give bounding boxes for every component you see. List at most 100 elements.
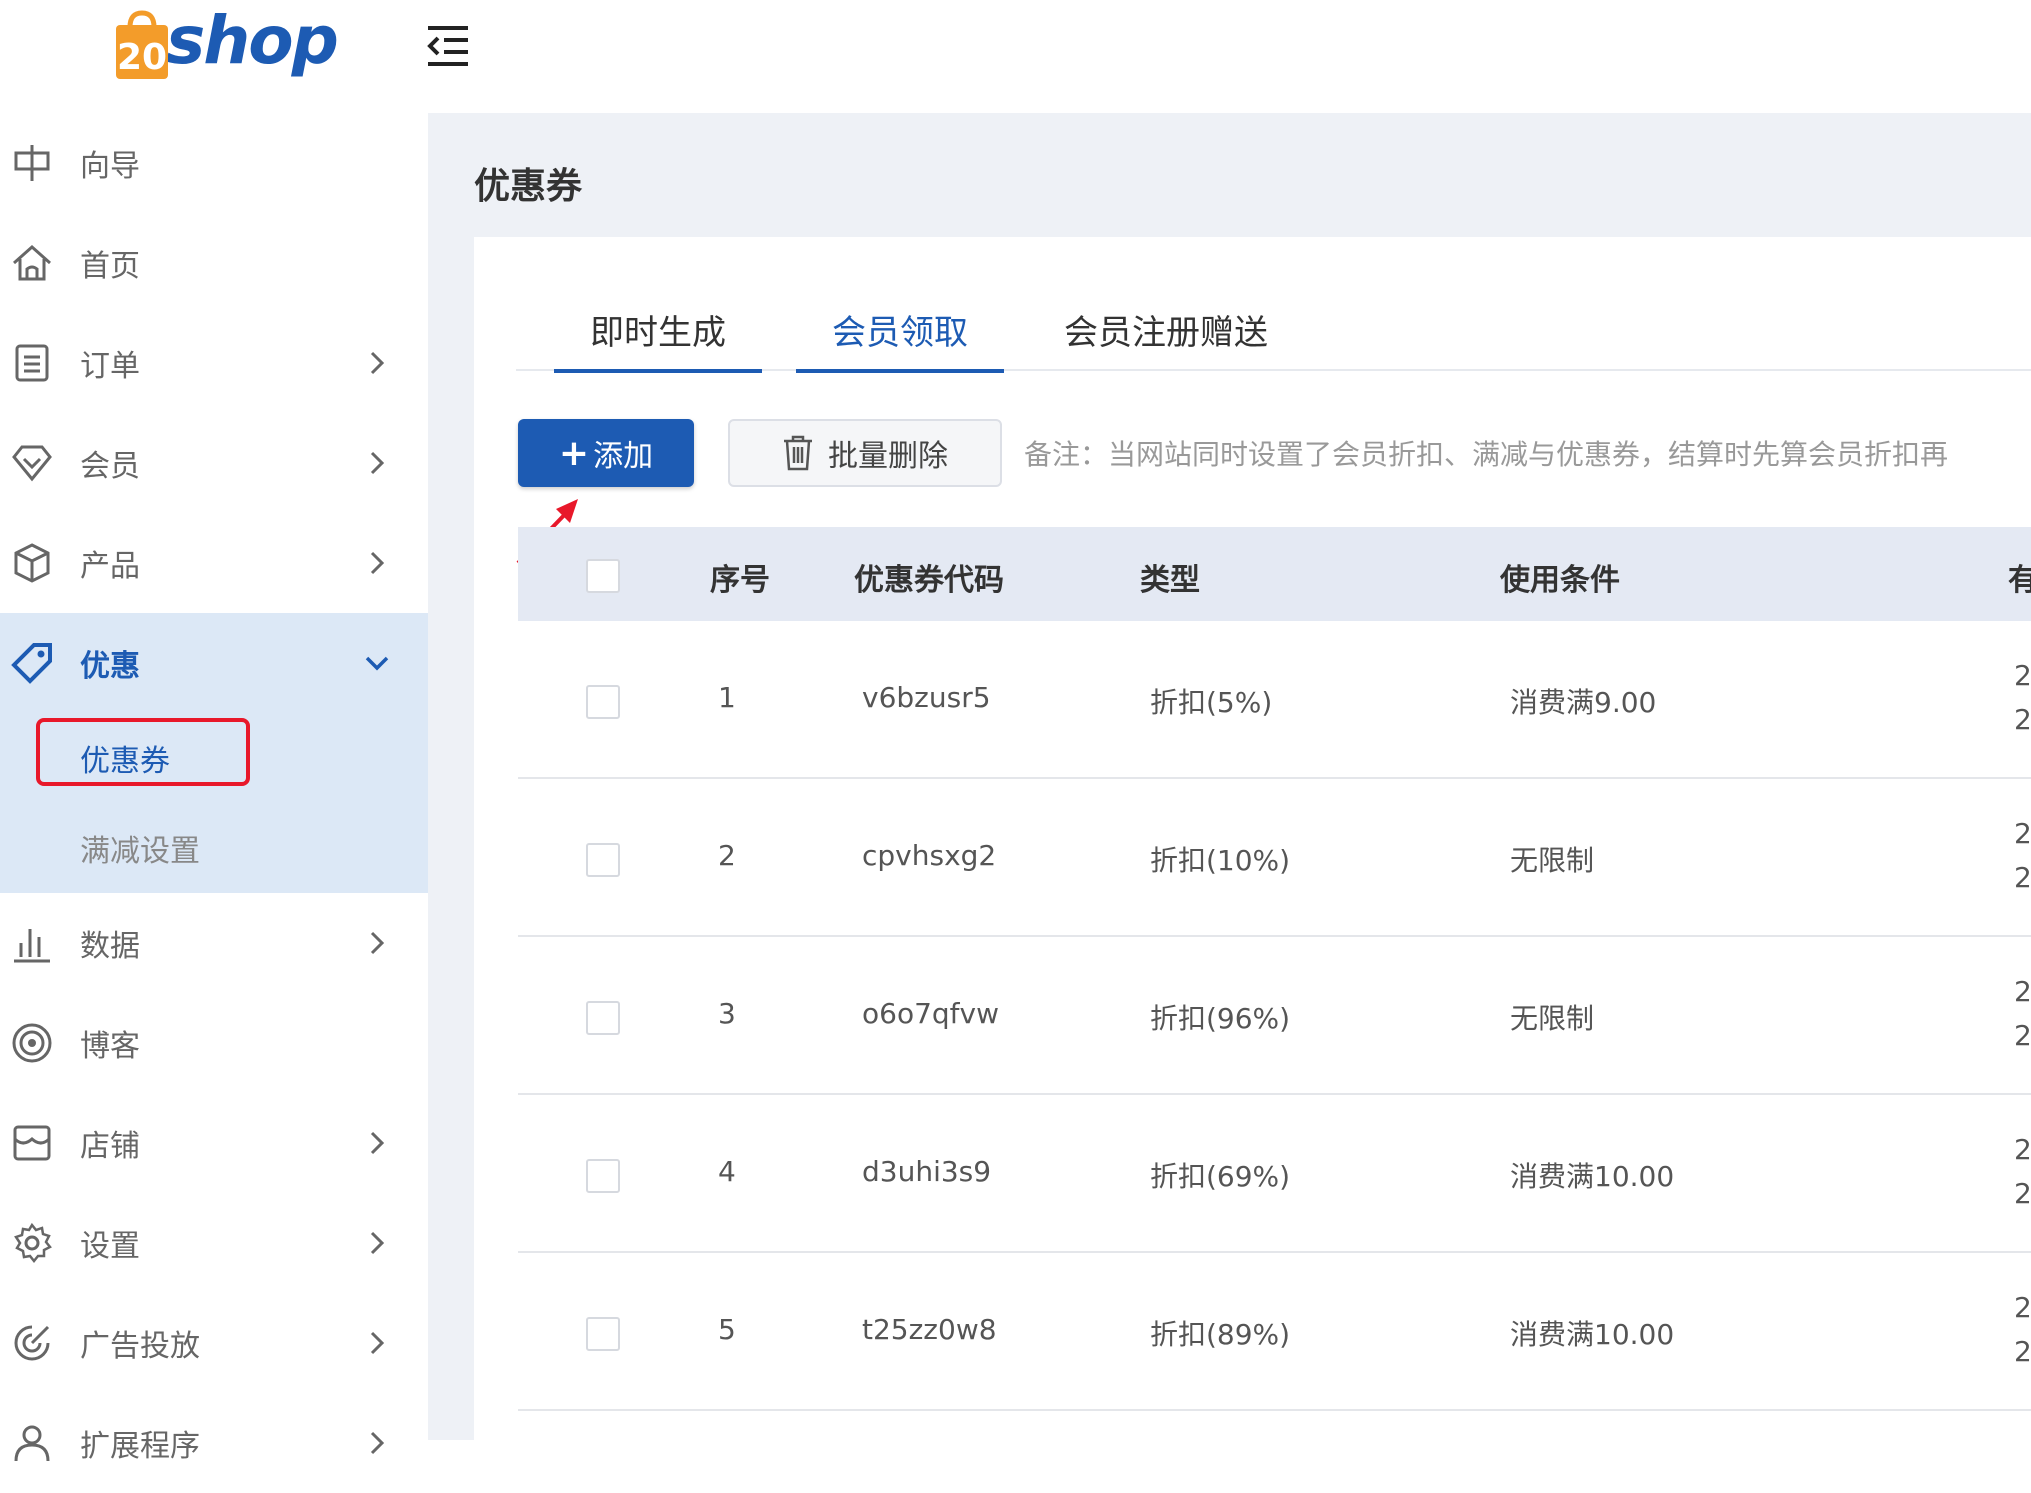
sidebar-item-label: 设置 xyxy=(80,1229,140,1264)
cell-no: 4 xyxy=(718,1155,736,1188)
tag-icon xyxy=(11,643,52,684)
gear-icon xyxy=(14,1222,52,1264)
sidebar-item-label: 订单 xyxy=(80,349,140,384)
sidebar-item-promotions[interactable]: 优惠 xyxy=(0,613,428,713)
cell-validity: 2 xyxy=(2014,1133,2031,1166)
note-text: 备注：当网站同时设置了会员折扣、满减与优惠券，结算时先算会员折扣再 xyxy=(1024,438,1949,471)
logo-badge: 20 xyxy=(117,37,167,78)
product-icon xyxy=(14,543,50,583)
store-icon xyxy=(13,1125,51,1161)
sidebar-item-label: 扩展程序 xyxy=(80,1429,200,1464)
guide-icon xyxy=(14,145,50,181)
menu-fold-icon[interactable] xyxy=(424,22,472,70)
sidebar-item-settings[interactable]: 设置 xyxy=(0,1193,428,1293)
cell-code: o6o7qfvw xyxy=(862,997,999,1030)
chart-icon xyxy=(14,929,50,963)
tab-label: 会员注册赠送 xyxy=(1064,313,1268,353)
add-button-label: 添加 xyxy=(593,439,654,474)
sidebar-item-extensions[interactable]: 扩展程序 xyxy=(0,1393,428,1493)
chevron-right-icon xyxy=(370,351,385,375)
sidebar-item-guide[interactable]: 向导 xyxy=(0,113,428,213)
chevron-right-icon xyxy=(370,1431,385,1455)
chevron-down-icon xyxy=(365,656,389,671)
sidebar-item-label: 优惠 xyxy=(80,649,140,684)
select-all-checkbox[interactable] xyxy=(586,559,620,593)
top-bar: 20 shop xyxy=(0,0,2031,113)
sidebar-item-data[interactable]: 数据 xyxy=(0,893,428,993)
trash-icon xyxy=(784,435,812,471)
sidebar: 向导 首页 订单 会员 产品 优惠 优惠券 满减设置 数据 博客 店铺 设置 广… xyxy=(0,113,428,1464)
cell-validity: 2 xyxy=(2014,1177,2031,1210)
member-icon xyxy=(12,445,52,482)
sidebar-item-label: 店铺 xyxy=(80,1129,140,1164)
column-header: 序号 xyxy=(710,563,770,598)
logo[interactable]: 20 shop xyxy=(112,1,339,84)
cell-code: t25zz0w8 xyxy=(862,1313,997,1346)
sidebar-subitem-coupons[interactable]: 优惠券 xyxy=(0,713,428,803)
row-checkbox[interactable] xyxy=(586,843,620,877)
sidebar-item-store[interactable]: 店铺 xyxy=(0,1093,428,1193)
table-row: 4 d3uhi3s9 折扣(69%) 消费满10.00 2 2 xyxy=(518,1095,2031,1253)
tab-label: 会员领取 xyxy=(832,313,968,353)
row-checkbox[interactable] xyxy=(586,1001,620,1035)
chevron-right-icon xyxy=(370,931,385,955)
cell-condition: 消费满9.00 xyxy=(1510,686,1657,719)
cell-validity: 2 xyxy=(2014,1291,2031,1324)
add-button[interactable]: + 添加 xyxy=(518,419,694,487)
cell-no: 3 xyxy=(718,997,736,1030)
sidebar-item-label: 会员 xyxy=(80,449,140,484)
sidebar-item-products[interactable]: 产品 xyxy=(0,513,428,613)
home-icon xyxy=(13,244,51,281)
cell-condition: 无限制 xyxy=(1510,1002,1595,1035)
table-row: 5 t25zz0w8 折扣(89%) 消费满10.00 2 2 xyxy=(518,1253,2031,1411)
row-checkbox[interactable] xyxy=(586,1317,620,1351)
sidebar-item-ads[interactable]: 广告投放 xyxy=(0,1293,428,1393)
cell-type: 折扣(10%) xyxy=(1150,844,1291,877)
batch-delete-button[interactable]: 批量删除 xyxy=(728,419,1002,487)
column-header: 优惠券代码 xyxy=(854,563,1004,598)
sidebar-item-orders[interactable]: 订单 xyxy=(0,313,428,413)
cell-code: v6bzusr5 xyxy=(862,681,991,714)
cell-validity: 2 xyxy=(2014,659,2031,692)
sidebar-item-label: 博客 xyxy=(80,1029,140,1064)
row-checkbox[interactable] xyxy=(586,685,620,719)
table-row: 1 v6bzusr5 折扣(5%) 消费满9.00 2 2 xyxy=(518,621,2031,779)
sidebar-subitem-label: 优惠券 xyxy=(80,744,170,779)
plus-icon: + xyxy=(558,432,590,474)
cell-condition: 无限制 xyxy=(1510,844,1595,877)
coupon-table: 序号 优惠券代码 类型 使用条件 有 1 v6bzusr5 折扣(5%) 消费满… xyxy=(518,527,2031,1411)
column-header: 有 xyxy=(2008,563,2031,598)
sidebar-item-home[interactable]: 首页 xyxy=(0,213,428,313)
cell-code: d3uhi3s9 xyxy=(862,1155,992,1188)
cell-no: 5 xyxy=(718,1313,736,1346)
tab-instant-generate[interactable]: 即时生成 xyxy=(554,305,762,373)
table-header: 序号 优惠券代码 类型 使用条件 有 xyxy=(518,527,2031,621)
batch-delete-label: 批量删除 xyxy=(828,439,948,474)
row-checkbox[interactable] xyxy=(586,1159,620,1193)
tab-member-claim[interactable]: 会员领取 xyxy=(796,305,1004,373)
table-row: 3 o6o7qfvw 折扣(96%) 无限制 2 2 xyxy=(518,937,2031,1095)
chevron-right-icon xyxy=(370,451,385,475)
chevron-right-icon xyxy=(370,1331,385,1355)
sidebar-subitem-full-reduction[interactable]: 满减设置 xyxy=(0,803,428,893)
sidebar-item-label: 产品 xyxy=(80,549,140,584)
logo-text: shop xyxy=(166,1,339,79)
sidebar-item-label: 首页 xyxy=(80,249,140,284)
main-content: 优惠券 即时生成 会员领取 会员注册赠送 + 添加 批量删除 备注：当网站同时设… xyxy=(428,113,2031,1440)
sidebar-item-members[interactable]: 会员 xyxy=(0,413,428,513)
tab-label: 即时生成 xyxy=(590,313,726,353)
tab-register-gift[interactable]: 会员注册赠送 xyxy=(1046,305,1286,371)
cell-code: cpvhsxg2 xyxy=(862,839,997,872)
cell-validity: 2 xyxy=(2014,703,2031,736)
chevron-right-icon xyxy=(370,1131,385,1155)
cell-validity: 2 xyxy=(2014,1019,2031,1052)
sidebar-item-blog[interactable]: 博客 xyxy=(0,993,428,1093)
chevron-right-icon xyxy=(370,551,385,575)
cell-validity: 2 xyxy=(2014,1335,2031,1368)
cell-type: 折扣(96%) xyxy=(1150,1002,1291,1035)
cell-type: 折扣(69%) xyxy=(1150,1160,1291,1193)
sidebar-item-label: 数据 xyxy=(80,929,140,964)
table-row: 2 cpvhsxg2 折扣(10%) 无限制 2 2 xyxy=(518,779,2031,937)
tab-bar: 即时生成 会员领取 会员注册赠送 xyxy=(516,237,2031,373)
chevron-right-icon xyxy=(370,1231,385,1255)
